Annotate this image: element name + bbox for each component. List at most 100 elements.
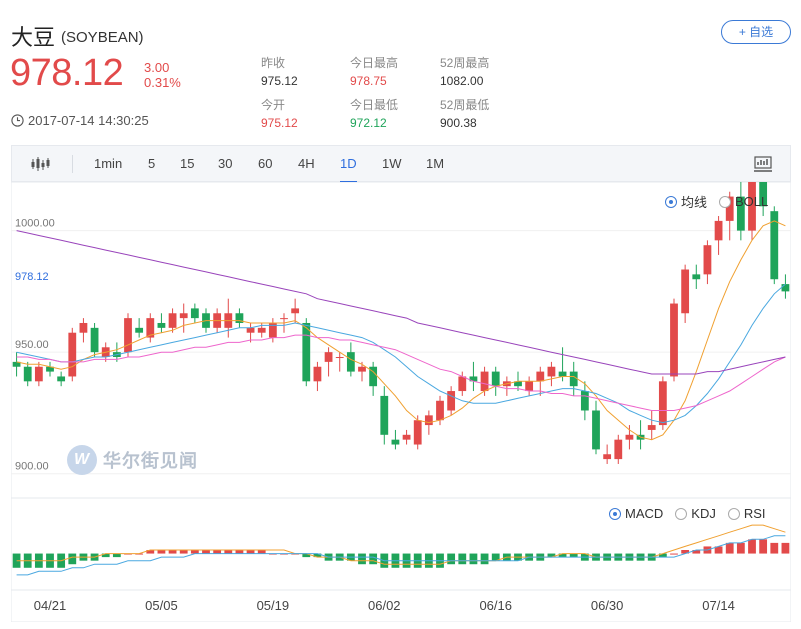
candle-body xyxy=(424,415,433,426)
change-value: 3.00 xyxy=(144,60,170,75)
watermark: W 华尔街见闻 xyxy=(67,445,198,475)
x-tick-label: 05/19 xyxy=(257,598,290,613)
stat-value: 978.75 xyxy=(350,74,387,88)
stat-52w-high: 52周最高 1082.00 xyxy=(440,56,489,89)
stat-day-high: 今日最高 978.75 xyxy=(350,56,398,89)
price-change: 3.00 0.31% xyxy=(144,60,181,90)
candle-body xyxy=(34,366,43,382)
kline-chart[interactable]: 1000.00 978.12 950.00 900.00 04/21 05/05 05/19… xyxy=(11,182,791,622)
stat-label: 52周最高 xyxy=(440,56,490,70)
macd-bar xyxy=(770,542,779,554)
stat-value: 975.12 xyxy=(261,116,298,130)
candle-body xyxy=(346,352,355,372)
stat-day-low: 今日最低 972.12 xyxy=(350,98,398,131)
legend-boll-label[interactable]: BOLL xyxy=(735,194,768,209)
candlestick-icon[interactable] xyxy=(30,156,50,172)
candle-body xyxy=(458,376,467,392)
period-15[interactable]: 15 xyxy=(180,145,194,182)
legend-kdj-label[interactable]: KDJ xyxy=(691,506,716,521)
main-indicator-legend: 均线 BOLL xyxy=(665,192,768,211)
timestamp-text: 2017-07-14 14:30:25 xyxy=(28,113,149,128)
period-1m[interactable]: 1M xyxy=(426,145,444,182)
macd-bar xyxy=(447,553,456,565)
candle-body xyxy=(536,371,545,382)
x-tick-label: 07/14 xyxy=(702,598,735,613)
period-5[interactable]: 5 xyxy=(148,145,155,182)
toolbar-divider xyxy=(72,155,73,173)
legend-rsi-label[interactable]: RSI xyxy=(744,506,766,521)
candle-body xyxy=(614,439,623,460)
candle-body xyxy=(681,269,690,314)
candle-body xyxy=(246,327,255,333)
y-tick-label: 950.00 xyxy=(15,339,49,351)
period-4h[interactable]: 4H xyxy=(298,145,315,182)
macd-bar xyxy=(202,550,210,554)
candle-body xyxy=(157,322,166,328)
candle-body xyxy=(569,371,578,387)
legend-ma-label[interactable]: 均线 xyxy=(681,192,707,211)
candle-body xyxy=(525,381,534,392)
candle-body xyxy=(592,410,600,450)
stat-label: 今日最低 xyxy=(350,98,399,112)
radio-rsi[interactable] xyxy=(727,507,740,520)
change-percent: 0.31% xyxy=(144,75,181,90)
clock-icon xyxy=(11,114,24,127)
macd-bar xyxy=(246,550,255,554)
candle-body xyxy=(413,420,422,445)
stat-open: 今开 975.12 xyxy=(261,98,298,131)
candle-body xyxy=(124,318,132,353)
period-30[interactable]: 30 xyxy=(218,145,232,182)
candle-body xyxy=(79,322,88,333)
candle-body xyxy=(68,332,77,377)
stat-52w-low: 52周最低 900.38 xyxy=(440,98,489,131)
y-tick-label: 978.12 xyxy=(15,271,49,283)
candle-body xyxy=(190,308,199,319)
watermark-logo-icon: W xyxy=(67,445,97,475)
legend-macd-label[interactable]: MACD xyxy=(625,506,663,521)
macd-bar xyxy=(257,550,266,554)
period-1d[interactable]: 1D xyxy=(340,145,357,183)
stat-value: 972.12 xyxy=(350,116,387,130)
add-watchlist-button[interactable]: + 自选 xyxy=(721,20,791,44)
chart-area[interactable]: 1000.00 978.12 950.00 900.00 04/21 05/05 05/19… xyxy=(11,182,791,622)
stat-value: 900.38 xyxy=(440,116,477,130)
y-tick-label: 900.00 xyxy=(15,461,49,473)
sub-indicator-legend: MACD KDJ RSI xyxy=(609,506,766,521)
candle-body xyxy=(135,327,144,333)
indicator-panel-icon[interactable] xyxy=(754,156,772,173)
chart-toolbar: 1min 5 15 30 60 4H 1D 1W 1M xyxy=(11,145,791,183)
period-60[interactable]: 60 xyxy=(258,145,272,182)
candle-body xyxy=(280,318,288,320)
candle-body xyxy=(358,366,366,372)
macd-bar xyxy=(369,553,378,565)
radio-kdj[interactable] xyxy=(675,507,688,520)
stat-value: 975.12 xyxy=(261,74,298,88)
candle-body xyxy=(291,308,300,314)
macd-bar xyxy=(480,553,489,565)
radio-macd[interactable] xyxy=(609,507,621,520)
candle-body xyxy=(580,391,589,411)
candle-body xyxy=(402,434,411,440)
macd-bar xyxy=(358,553,366,565)
candle-body xyxy=(692,274,701,280)
macd-bar xyxy=(736,542,745,554)
macd-bar xyxy=(748,539,756,554)
macd-bar xyxy=(213,550,222,554)
candle-body xyxy=(257,327,266,333)
macd-bar xyxy=(235,550,244,554)
period-1min[interactable]: 1min xyxy=(94,145,122,182)
period-1w[interactable]: 1W xyxy=(382,145,402,182)
candle-body xyxy=(647,425,656,430)
macd-bar xyxy=(469,553,478,565)
instrument-title: 大豆 (SOYBEAN) xyxy=(11,20,144,52)
candle-body xyxy=(90,327,99,353)
x-tick-label: 06/02 xyxy=(368,598,401,613)
candle-body xyxy=(168,313,177,328)
radio-ma[interactable] xyxy=(665,195,677,208)
radio-boll[interactable] xyxy=(719,195,732,208)
stat-label: 52周最低 xyxy=(440,98,490,112)
candle-body xyxy=(23,366,32,382)
macd-bar xyxy=(157,550,166,554)
macd-bar xyxy=(168,550,177,554)
candle-body xyxy=(491,371,500,387)
